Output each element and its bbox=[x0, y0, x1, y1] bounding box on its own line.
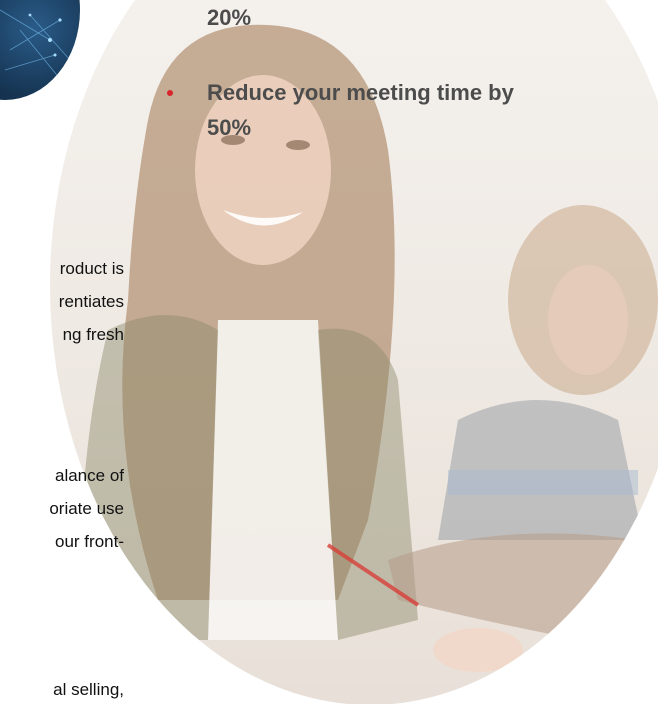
paragraph-3-fragment: al selling, bbox=[0, 673, 124, 704]
tech-network-graphic bbox=[0, 0, 80, 100]
document-page: 20% Reduce your meeting time by 50% rodu… bbox=[0, 0, 658, 704]
paragraph-2-fragment: alance of oriate use our front- bbox=[0, 459, 124, 558]
paragraph-line: oriate use bbox=[49, 499, 124, 518]
paragraph-line: rentiates bbox=[58, 292, 124, 311]
paragraph-1-fragment: roduct is rentiates ng fresh bbox=[0, 252, 124, 351]
paragraph-line: our front- bbox=[55, 532, 124, 551]
bullet-item-2-line-2: 50% bbox=[207, 115, 252, 140]
paragraph-line: al selling, bbox=[53, 680, 124, 699]
red-dot-icon bbox=[167, 90, 173, 96]
bullet-item-1-continuation: 20% bbox=[207, 5, 252, 30]
paragraph-line: roduct is bbox=[59, 259, 124, 278]
paragraph-line: ng fresh bbox=[62, 325, 124, 344]
paragraph-line: alance of bbox=[55, 466, 124, 485]
bullet-item-2-line-1: Reduce your meeting time by bbox=[207, 80, 514, 105]
